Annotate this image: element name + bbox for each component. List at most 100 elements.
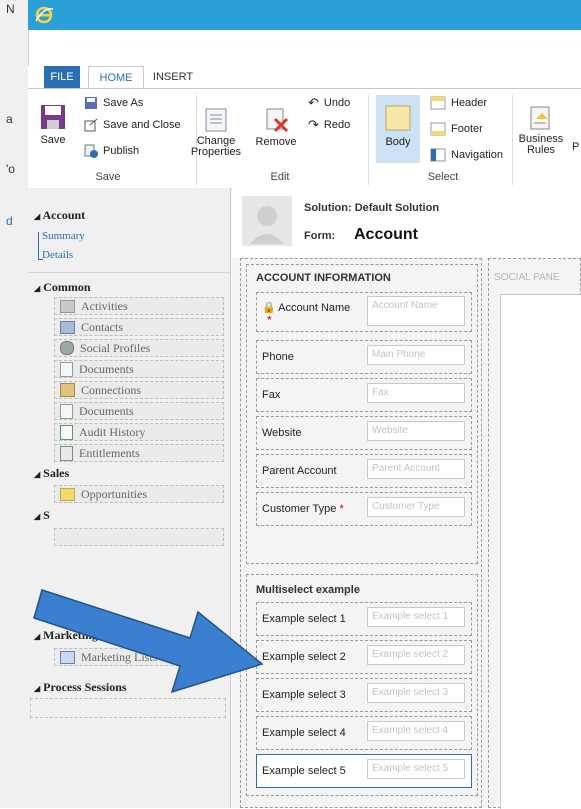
fax-input[interactable]: Fax	[367, 383, 465, 403]
header-label: Header	[451, 97, 488, 109]
undo-button[interactable]: ↶ Undo	[308, 93, 350, 113]
example-select-5-input[interactable]: Example select 5	[367, 759, 465, 779]
field-label: 🔒 Account Name	[262, 301, 350, 314]
form-header: Solution: Default Solution Form: Account	[232, 188, 581, 258]
phone-input[interactable]: Main Phone	[367, 345, 465, 365]
nav-item-label: Documents	[79, 403, 134, 418]
entitlements-icon	[60, 445, 73, 461]
ribbon-separator	[512, 95, 513, 185]
nav-item-hidden[interactable]	[54, 528, 224, 546]
nav-item-audit-history[interactable]: Audit History	[54, 423, 224, 441]
field-label: Customer Type *	[262, 503, 344, 515]
field-account-name[interactable]: 🔒 Account Name * Account Name	[256, 292, 472, 332]
connections-icon	[60, 383, 75, 397]
footer-button[interactable]: Footer	[430, 119, 483, 139]
example-select-2-input[interactable]: Example select 2	[367, 645, 465, 665]
publish-button[interactable]: Publish	[84, 141, 139, 161]
required-asterisk: *	[267, 313, 272, 327]
field-label: Example select 1	[262, 613, 346, 625]
parent-account-input[interactable]: Parent Account	[367, 459, 465, 479]
example-select-4-input[interactable]: Example select 4	[367, 721, 465, 741]
os-clipped-text: a	[6, 112, 13, 126]
floppy-disk-icon	[41, 105, 65, 129]
business-rules-button[interactable]: Business Rules	[518, 105, 564, 156]
nav-section-common[interactable]: ◢ Common	[34, 280, 91, 295]
body-layout-icon	[385, 105, 411, 131]
undo-label: Undo	[323, 97, 351, 109]
nav-item-activities[interactable]: Activities	[54, 297, 224, 315]
os-background-strip: N a 'o d	[0, 0, 29, 808]
account-name-input[interactable]: Account Name	[367, 296, 465, 326]
os-clipped-text: N	[6, 2, 15, 16]
field-example-select-2[interactable]: Example select 2 Example select 2	[256, 640, 472, 674]
person-silhouette-icon	[250, 206, 284, 244]
nav-item-label: Opportunities	[81, 486, 147, 501]
save-as-icon	[85, 97, 97, 109]
clipped-ribbon-label: P	[572, 141, 580, 153]
nav-section-account[interactable]: ◢ Account	[34, 208, 85, 223]
example-select-3-input[interactable]: Example select 3	[367, 683, 465, 703]
nav-section-title: Sales	[43, 466, 70, 480]
nav-item-connections[interactable]: Connections	[54, 381, 224, 399]
social-pane-body[interactable]	[500, 294, 581, 809]
nav-item-entitlements[interactable]: Entitlements	[54, 444, 224, 462]
documents-icon	[60, 361, 73, 377]
nav-item-contacts[interactable]: Contacts	[54, 318, 224, 336]
divider	[28, 272, 230, 273]
section-title: ACCOUNT INFORMATION	[256, 272, 391, 284]
rules-label: Rules	[526, 144, 556, 156]
tree-connector	[38, 232, 43, 260]
undo-icon: ↶	[308, 95, 319, 110]
social-pane-title: SOCIAL PANE	[494, 272, 560, 283]
nav-item-documents[interactable]: Documents	[54, 360, 224, 378]
redo-label: Redo	[323, 119, 351, 131]
field-label: Example select 2	[262, 651, 346, 663]
nav-item-social-profiles[interactable]: Social Profiles	[54, 339, 224, 357]
body-label: Body	[385, 136, 411, 148]
body-button[interactable]: Body	[376, 95, 420, 163]
form-navigation-pane: ◢ Account Summary Details ◢ Common Activ…	[28, 188, 231, 808]
field-example-select-4[interactable]: Example select 4 Example select 4	[256, 716, 472, 750]
save-button[interactable]: Save	[36, 103, 70, 146]
remove-label: Remove	[255, 136, 297, 148]
publish-label: Publish	[103, 145, 140, 157]
nav-link-summary[interactable]: Summary	[42, 230, 85, 242]
save-and-close-button[interactable]: Save and Close	[84, 115, 181, 135]
field-example-select-3[interactable]: Example select 3 Example select 3	[256, 678, 472, 712]
save-as-label: Save As	[103, 97, 144, 109]
form-label: Form:	[304, 230, 336, 242]
field-website[interactable]: Website Website	[256, 416, 472, 450]
website-input[interactable]: Website	[367, 421, 465, 441]
field-customer-type[interactable]: Customer Type * Customer Type	[256, 492, 472, 526]
save-label: Save	[40, 134, 66, 146]
field-label-text: Customer Type	[262, 503, 337, 515]
save-as-button[interactable]: Save As	[84, 93, 143, 113]
ie-logo-icon	[35, 6, 54, 24]
change-properties-button[interactable]: Change Properties	[190, 107, 242, 158]
redo-button[interactable]: ↷ Redo	[308, 115, 350, 135]
navigation-button[interactable]: Navigation	[430, 145, 503, 165]
nav-item-opportunities[interactable]: Opportunities	[54, 485, 224, 503]
nav-link-details[interactable]: Details	[42, 249, 73, 261]
remove-button[interactable]: Remove	[254, 107, 298, 148]
field-fax[interactable]: Fax Fax	[256, 378, 472, 412]
field-label: Website	[262, 427, 302, 439]
field-example-select-5[interactable]: Example select 5 Example select 5	[256, 754, 472, 788]
field-phone[interactable]: Phone Main Phone	[256, 340, 472, 374]
required-asterisk: *	[339, 503, 344, 515]
field-parent-account[interactable]: Parent Account Parent Account	[256, 454, 472, 488]
nav-section-sales[interactable]: ◢ Sales	[34, 466, 69, 481]
tab-file[interactable]: FILE	[44, 66, 80, 88]
field-label-text: Account Name	[278, 302, 351, 314]
header-button[interactable]: Header	[430, 93, 487, 113]
field-label: Phone	[262, 351, 294, 363]
nav-item-documents-2[interactable]: Documents	[54, 402, 224, 420]
empty-drop-zone	[30, 698, 226, 718]
example-select-1-input[interactable]: Example select 1	[367, 607, 465, 627]
field-label: Example select 5	[262, 765, 346, 777]
customer-type-input[interactable]: Customer Type	[367, 497, 465, 517]
tab-insert[interactable]: INSERT	[148, 66, 198, 88]
tab-home[interactable]: HOME	[88, 66, 144, 90]
nav-section-service[interactable]: ◢ S	[34, 508, 50, 523]
field-example-select-1[interactable]: Example select 1 Example select 1	[256, 602, 472, 636]
